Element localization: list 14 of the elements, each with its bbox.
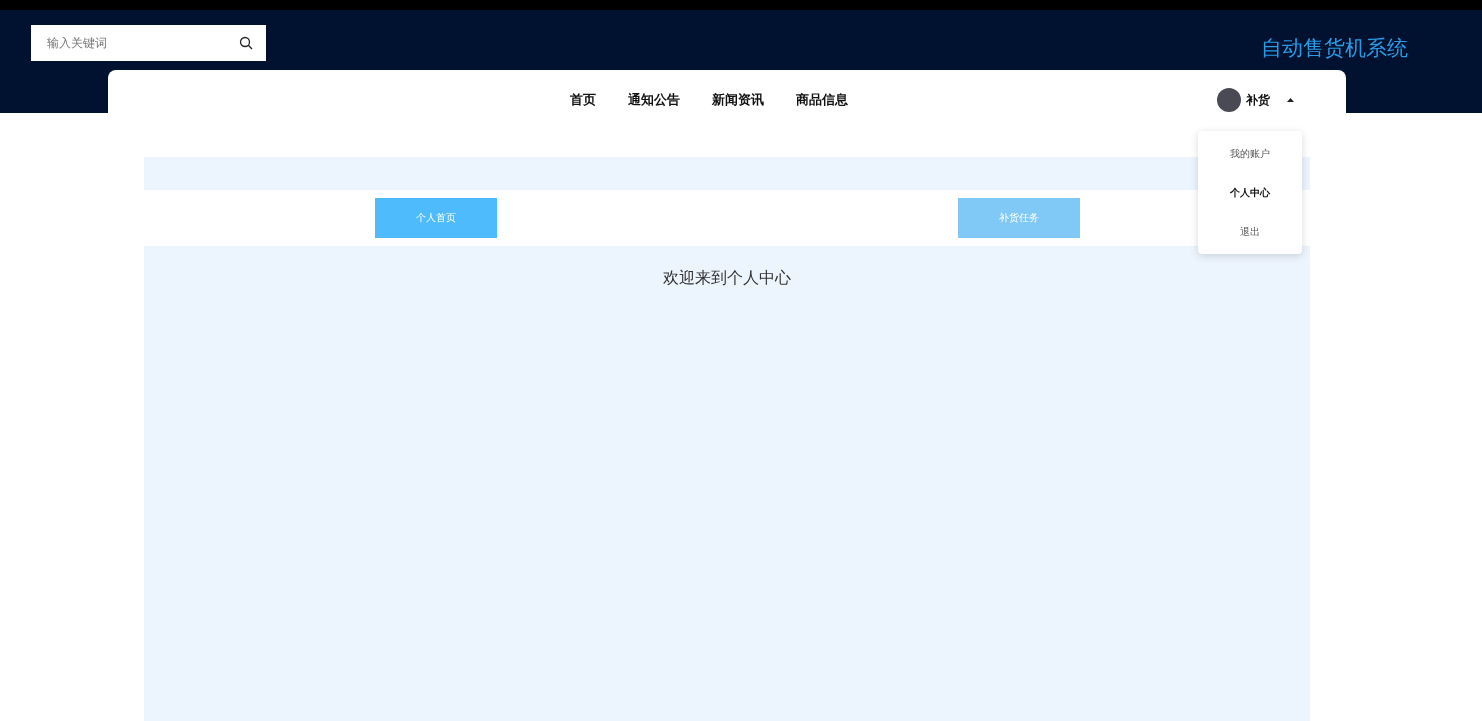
avatar[interactable]	[1217, 88, 1241, 112]
caret-icon[interactable]	[1287, 98, 1294, 102]
user-name[interactable]: 补货	[1246, 91, 1270, 109]
nav-link[interactable]: 新闻资讯	[712, 91, 764, 109]
site-title: 自动售货机系统	[1261, 35, 1408, 62]
nav-link[interactable]: 商品信息	[796, 91, 848, 109]
menu-item[interactable]: 退出	[1198, 212, 1302, 251]
menu-item[interactable]: 我的账户	[1198, 134, 1302, 173]
welcome-heading: 欢迎来到个人中心	[662, 268, 792, 289]
nav-link[interactable]: 首页	[570, 91, 596, 109]
menu-item[interactable]: 个人中心	[1198, 173, 1302, 212]
search-field[interactable]: 输入关键词	[31, 25, 266, 61]
search-icon[interactable]	[239, 36, 253, 50]
nav-link[interactable]: 通知公告	[628, 91, 680, 109]
